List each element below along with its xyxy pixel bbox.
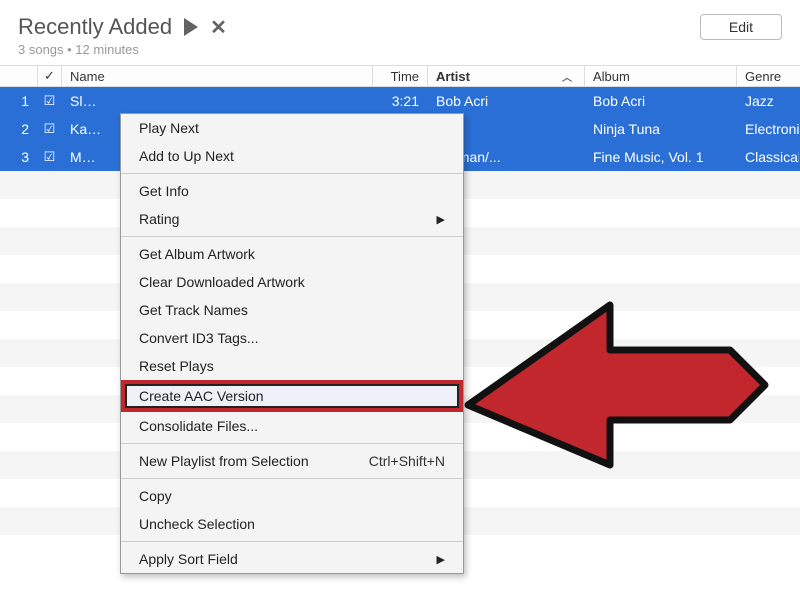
menu-separator bbox=[121, 478, 463, 479]
context-menu: Play Next Add to Up Next Get Info Rating… bbox=[120, 113, 464, 574]
menu-add-up-next[interactable]: Add to Up Next bbox=[121, 142, 463, 170]
menu-create-aac-version[interactable]: Create AAC Version bbox=[121, 380, 463, 412]
chevron-right-icon: ▶ bbox=[437, 213, 445, 226]
column-name[interactable]: Name bbox=[62, 66, 373, 86]
menu-reset-plays[interactable]: Reset Plays bbox=[121, 352, 463, 380]
menu-get-album-artwork[interactable]: Get Album Artwork bbox=[121, 240, 463, 268]
menu-separator bbox=[121, 173, 463, 174]
menu-separator bbox=[121, 541, 463, 542]
menu-uncheck-selection[interactable]: Uncheck Selection bbox=[121, 510, 463, 538]
checkbox-checked-icon[interactable]: ☑ bbox=[44, 121, 56, 137]
playlist-subtitle: 3 songs • 12 minutes bbox=[18, 42, 227, 57]
checkbox-checked-icon[interactable]: ☑ bbox=[44, 93, 56, 109]
playlist-title: Recently Added bbox=[18, 14, 172, 40]
menu-separator bbox=[121, 443, 463, 444]
keyboard-shortcut: Ctrl+Shift+N bbox=[369, 453, 445, 469]
menu-get-track-names[interactable]: Get Track Names bbox=[121, 296, 463, 324]
menu-get-info[interactable]: Get Info bbox=[121, 177, 463, 205]
column-time[interactable]: Time bbox=[373, 66, 428, 86]
menu-rating[interactable]: Rating ▶ bbox=[121, 205, 463, 233]
shuffle-icon[interactable]: ✕ bbox=[210, 15, 227, 40]
play-icon[interactable] bbox=[184, 18, 198, 36]
menu-copy[interactable]: Copy bbox=[121, 482, 463, 510]
table-row[interactable]: 1 ☑ Sl… 3:21 Bob Acri Bob Acri Jazz bbox=[0, 87, 800, 115]
column-artist[interactable]: Artist ︿ bbox=[428, 66, 585, 86]
checkbox-checked-icon[interactable]: ☑ bbox=[44, 149, 56, 165]
column-check[interactable]: ✓ bbox=[38, 66, 62, 86]
chevron-right-icon: ▶ bbox=[437, 553, 445, 566]
menu-consolidate-files[interactable]: Consolidate Files... bbox=[121, 412, 463, 440]
column-genre[interactable]: Genre bbox=[737, 66, 800, 86]
menu-play-next[interactable]: Play Next bbox=[121, 114, 463, 142]
column-number[interactable] bbox=[0, 66, 38, 86]
column-album[interactable]: Album bbox=[585, 66, 737, 86]
sort-ascending-icon: ︿ bbox=[562, 69, 576, 84]
edit-button[interactable]: Edit bbox=[700, 14, 782, 40]
playlist-header: Recently Added ✕ 3 songs • 12 minutes Ed… bbox=[0, 0, 800, 65]
menu-separator bbox=[121, 236, 463, 237]
menu-new-playlist-from-selection[interactable]: New Playlist from Selection Ctrl+Shift+N bbox=[121, 447, 463, 475]
table-header-row: ✓ Name Time Artist ︿ Album Genre bbox=[0, 65, 800, 87]
menu-apply-sort-field[interactable]: Apply Sort Field ▶ bbox=[121, 545, 463, 573]
menu-convert-id3[interactable]: Convert ID3 Tags... bbox=[121, 324, 463, 352]
menu-clear-downloaded-artwork[interactable]: Clear Downloaded Artwork bbox=[121, 268, 463, 296]
